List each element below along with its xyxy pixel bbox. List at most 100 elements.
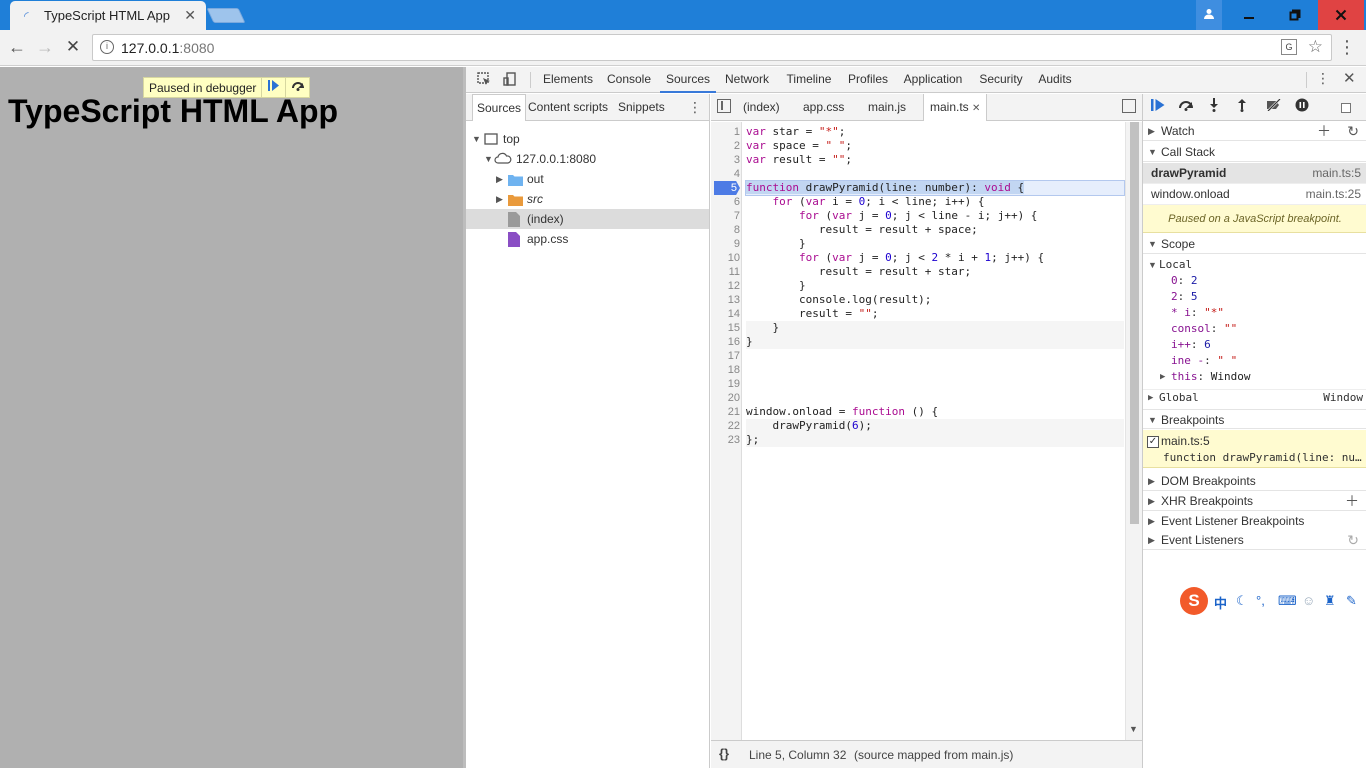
scope-variable[interactable]: ine -: " " [1143, 353, 1366, 369]
skin-icon[interactable]: ♜ [1324, 593, 1336, 609]
tree-item-src[interactable]: ▶ src [466, 189, 709, 209]
device-toolbar-icon[interactable] [502, 72, 518, 88]
browser-tab[interactable]: ◜ TypeScript HTML App ✕ [10, 1, 206, 30]
call-frame[interactable]: window.onload main.ts:25 [1143, 184, 1366, 205]
tab-sources[interactable]: Sources [660, 67, 716, 93]
toggle-navigator-icon[interactable] [717, 99, 731, 113]
collapsed-arrow-icon[interactable]: ▶ [1148, 491, 1155, 511]
watch-section[interactable]: ▶ Watch ＋ ↻ [1143, 121, 1366, 141]
tab-elements[interactable]: Elements [542, 67, 594, 93]
user-icon[interactable]: ☺ [1302, 593, 1315, 608]
expanded-arrow-icon[interactable]: ▼ [1148, 234, 1157, 254]
scope-global[interactable]: ▶ Global Window [1143, 389, 1366, 405]
deactivate-breakpoints-icon[interactable] [1265, 98, 1283, 116]
scope-variable[interactable]: consol: "" [1143, 321, 1366, 337]
scope-variable[interactable]: i++: 6 [1143, 337, 1366, 353]
tab-security[interactable]: Security [976, 67, 1026, 93]
ime-mode-chinese[interactable]: 中 [1214, 593, 1227, 612]
stop-loading-icon[interactable]: ✕ [62, 36, 84, 58]
devtools-menu-icon[interactable]: ⋮ [1316, 70, 1330, 87]
dom-breakpoints-section[interactable]: ▶ DOM Breakpoints [1143, 471, 1366, 491]
collapsed-arrow-icon[interactable]: ▶ [1148, 121, 1155, 141]
moon-icon[interactable]: ☾ [1236, 593, 1248, 609]
collapsed-arrow-icon[interactable]: ▶ [496, 169, 503, 189]
scope-local[interactable]: ▼ Local [1143, 257, 1366, 273]
add-watch-icon[interactable]: ＋ [1317, 121, 1331, 141]
bookmark-star-icon[interactable]: ☆ [1308, 37, 1323, 57]
tree-item-out[interactable]: ▶ out [466, 169, 709, 189]
scope-section[interactable]: ▼ Scope [1143, 234, 1366, 254]
xhr-breakpoints-section[interactable]: ▶ XHR Breakpoints ＋ [1143, 491, 1366, 511]
breakpoint-checkbox[interactable]: ✓ [1147, 436, 1159, 448]
close-window-button[interactable] [1318, 0, 1364, 30]
tree-item-top[interactable]: ▼ top [466, 129, 709, 149]
scrollbar-thumb[interactable] [1130, 122, 1139, 524]
nav-tab-content-scripts[interactable]: Content scripts [528, 94, 608, 121]
expanded-arrow-icon[interactable]: ▼ [472, 129, 481, 149]
scope-variable[interactable]: 2: 5 [1143, 289, 1366, 305]
tree-item-host[interactable]: ▼ 127.0.0.1:8080 [466, 149, 709, 169]
editor-scrollbar[interactable]: ▼ [1125, 122, 1142, 740]
sogou-logo-icon[interactable]: S [1180, 587, 1208, 615]
expanded-arrow-icon[interactable]: ▼ [1148, 410, 1157, 430]
profile-icon[interactable] [1196, 0, 1222, 30]
refresh-icon[interactable]: ↻ [1347, 121, 1359, 141]
event-listeners-section[interactable]: ▶ Event Listeners ↻ [1143, 530, 1366, 550]
refresh-icon[interactable]: ↻ [1347, 530, 1359, 550]
punctuation-icon[interactable]: °, [1256, 593, 1265, 608]
call-frame[interactable]: drawPyramid main.ts:5 [1143, 163, 1366, 184]
editor-tab-appcss[interactable]: app.css [803, 94, 844, 121]
async-checkbox[interactable]: As [1337, 98, 1355, 132]
forward-arrow-icon[interactable]: → [34, 36, 56, 58]
editor-tab-index[interactable]: (index) [743, 94, 780, 121]
resume-icon[interactable] [261, 78, 285, 97]
code-content[interactable]: var star = "*"; var space = " "; var res… [745, 122, 1125, 740]
breakpoint-marker[interactable]: 5 [714, 181, 740, 195]
line-gutter[interactable]: 1 2 3 4 5 6 7 8 9 10 11 12 13 14 15 16 1… [711, 122, 742, 740]
step-over-icon[interactable] [285, 78, 309, 97]
info-icon[interactable]: i [100, 40, 114, 54]
tree-item-appcss[interactable]: app.css [466, 229, 709, 249]
collapsed-arrow-icon[interactable]: ▶ [1148, 390, 1153, 406]
nav-tab-sources[interactable]: Sources [472, 94, 527, 121]
editor-tab-mainjs[interactable]: main.js [868, 94, 906, 121]
tab-console[interactable]: Console [606, 67, 652, 93]
step-over-icon[interactable] [1177, 98, 1195, 116]
tree-item-index[interactable]: (index) [466, 209, 709, 229]
collapsed-arrow-icon[interactable]: ▶ [1148, 471, 1155, 491]
tab-close-icon[interactable]: ✕ [972, 103, 980, 114]
back-arrow-icon[interactable]: ← [6, 36, 28, 58]
pretty-print-icon[interactable]: {} [719, 746, 729, 761]
nav-tab-snippets[interactable]: Snippets [618, 94, 665, 121]
tab-network[interactable]: Network [722, 67, 772, 93]
pause-on-exceptions-icon[interactable] [1293, 98, 1311, 116]
event-listener-breakpoints-section[interactable]: ▶ Event Listener Breakpoints [1143, 511, 1366, 531]
step-into-icon[interactable] [1205, 98, 1223, 116]
new-tab-button[interactable] [206, 8, 246, 23]
tab-profiles[interactable]: Profiles [846, 67, 890, 93]
url-text[interactable]: 127.0.0.1:8080 [121, 40, 214, 56]
translate-icon[interactable]: G [1281, 39, 1297, 55]
address-bar[interactable]: i 127.0.0.1:8080 G ☆ [92, 34, 1332, 61]
breakpoints-section[interactable]: ▼ Breakpoints [1143, 409, 1366, 429]
scroll-down-arrow-icon[interactable]: ▼ [1129, 724, 1138, 734]
editor-tab-maints[interactable]: main.ts ✕ [923, 94, 988, 121]
tab-audits[interactable]: Audits [1036, 67, 1074, 93]
restore-button[interactable] [1272, 0, 1318, 30]
scope-variable[interactable]: * i: "*" [1143, 305, 1366, 321]
collapsed-arrow-icon[interactable]: ▶ [1148, 530, 1155, 550]
call-stack-section[interactable]: ▼ Call Stack [1143, 142, 1366, 162]
collapsed-arrow-icon[interactable]: ▶ [1148, 511, 1155, 531]
devtools-close-icon[interactable]: ✕ [1343, 69, 1356, 87]
resume-icon[interactable] [1149, 98, 1167, 116]
collapsed-arrow-icon[interactable]: ▶ [496, 189, 503, 209]
expanded-arrow-icon[interactable]: ▼ [484, 149, 493, 169]
navigator-menu-icon[interactable]: ⋮ [688, 99, 702, 116]
browser-menu-icon[interactable]: ⋮ [1338, 36, 1356, 58]
expanded-arrow-icon[interactable]: ▼ [1148, 257, 1157, 273]
collapsed-arrow-icon[interactable]: ▶ [1160, 369, 1165, 385]
minimize-button[interactable] [1226, 0, 1272, 30]
expanded-arrow-icon[interactable]: ▼ [1148, 142, 1157, 162]
inspect-element-icon[interactable] [476, 72, 492, 88]
tab-application[interactable]: Application [900, 67, 966, 93]
